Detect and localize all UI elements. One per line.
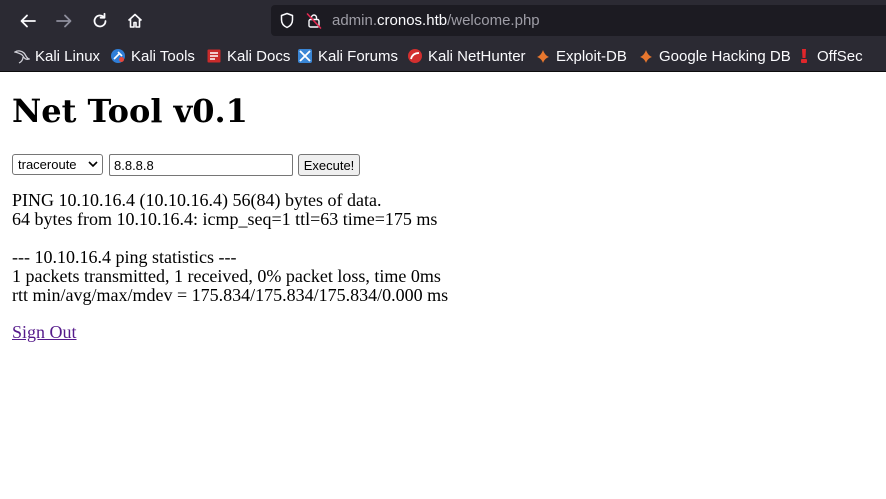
sign-out-link[interactable]: Sign Out — [12, 322, 77, 342]
execute-button[interactable]: Execute! — [298, 154, 360, 176]
exploit-db-icon — [535, 48, 551, 64]
bookmarks-bar: Kali Linux Kali Tools Kali Docs Kali For… — [0, 41, 886, 72]
bookmark-label: Kali Forums — [318, 47, 399, 65]
home-button[interactable] — [122, 8, 148, 34]
bookmark-label: Kali Tools — [131, 47, 195, 65]
forward-button[interactable] — [51, 8, 77, 34]
bookmark-label: Kali NetHunter — [428, 47, 526, 65]
bookmark-label: OffSec — [817, 47, 863, 65]
forward-arrow-icon — [56, 14, 72, 28]
offsec-icon — [796, 48, 812, 64]
page-title: Net Tool v0.1 — [12, 92, 248, 130]
back-button[interactable] — [15, 8, 41, 34]
kali-dragon-icon — [14, 48, 30, 64]
output-line: 1 packets transmitted, 1 received, 0% pa… — [12, 266, 441, 286]
chevron-down-icon — [88, 161, 98, 168]
command-output: PING 10.10.16.4 (10.10.16.4) 56(84) byte… — [12, 191, 448, 305]
address-bar[interactable]: admin.cronos.htb/welcome.php — [271, 5, 886, 36]
host-input[interactable]: 8.8.8.8 — [109, 154, 293, 176]
url-prefix: admin. — [332, 12, 378, 29]
bookmark-kali-tools[interactable]: Kali Tools — [110, 46, 195, 66]
bookmark-label: Exploit-DB — [556, 47, 627, 65]
command-select-value: traceroute — [18, 157, 77, 172]
url-text[interactable]: admin.cronos.htb/welcome.php — [332, 11, 540, 30]
bookmark-label: Google Hacking DB — [659, 47, 791, 65]
shield-icon[interactable] — [279, 12, 295, 29]
command-select[interactable]: traceroute — [12, 154, 103, 175]
reload-icon — [93, 12, 107, 28]
bookmark-kali-linux[interactable]: Kali Linux — [14, 46, 100, 66]
url-path: /welcome.php — [447, 12, 540, 29]
output-line: 64 bytes from 10.10.16.4: icmp_seq=1 ttl… — [12, 209, 438, 229]
bookmark-offsec[interactable]: OffSec — [796, 46, 863, 66]
output-line: rtt min/avg/max/mdev = 175.834/175.834/1… — [12, 285, 449, 305]
bookmark-google-hacking-db[interactable]: Google Hacking DB — [638, 46, 791, 66]
kali-forums-icon — [297, 48, 313, 64]
nethunter-icon — [407, 48, 423, 64]
bookmark-label: Kali Docs — [227, 47, 291, 65]
bookmark-kali-forums[interactable]: Kali Forums — [297, 46, 398, 66]
bookmark-kali-docs[interactable]: Kali Docs — [206, 46, 290, 66]
bookmark-label: Kali Linux — [35, 47, 101, 65]
browser-toolbar: admin.cronos.htb/welcome.php — [0, 0, 886, 41]
bookmark-exploit-db[interactable]: Exploit-DB — [535, 46, 627, 66]
insecure-lock-icon[interactable] — [306, 12, 322, 29]
output-line: PING 10.10.16.4 (10.10.16.4) 56(84) byte… — [12, 190, 382, 210]
bookmark-kali-nethunter[interactable]: Kali NetHunter — [407, 46, 526, 66]
ghdb-icon — [638, 48, 654, 64]
url-host: cronos.htb — [377, 12, 448, 29]
kali-docs-icon — [206, 48, 222, 64]
kali-tools-icon — [110, 48, 126, 64]
reload-button[interactable] — [87, 8, 113, 34]
output-line: --- 10.10.16.4 ping statistics --- — [12, 247, 237, 267]
home-icon — [127, 13, 143, 28]
back-arrow-icon — [20, 14, 36, 28]
page-content: Net Tool v0.1 traceroute 8.8.8.8 Execute… — [0, 72, 886, 499]
